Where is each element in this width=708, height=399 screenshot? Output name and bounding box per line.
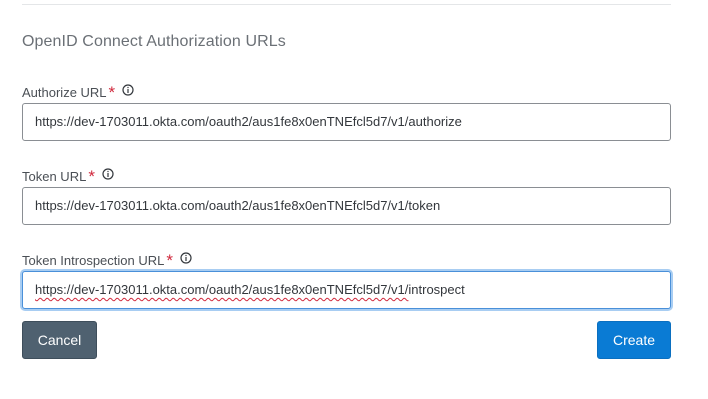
required-asterisk: * — [108, 83, 116, 102]
create-button[interactable]: Create — [597, 321, 671, 359]
cancel-button[interactable]: Cancel — [22, 321, 97, 359]
authorize-url-value: https://dev-1703011.okta.com/oauth2/aus1… — [35, 114, 462, 129]
token-url-label: Token URL * — [22, 166, 114, 186]
introspection-url-label-text: Token Introspection URL — [22, 252, 165, 268]
oidc-urls-form: OpenID Connect Authorization URLs Author… — [0, 0, 708, 399]
info-icon[interactable] — [122, 84, 134, 96]
introspection-url-value-underlined: https://dev-1703011.okta.com/oauth2/aus1… — [35, 282, 409, 297]
authorize-url-label-text: Authorize URL — [22, 84, 107, 100]
info-icon[interactable] — [102, 168, 114, 180]
cancel-button-label: Cancel — [37, 332, 82, 348]
introspection-url-label: Token Introspection URL * — [22, 250, 192, 270]
create-button-label: Create — [612, 332, 656, 348]
token-url-label-text: Token URL — [22, 168, 87, 184]
token-url-input[interactable]: https://dev-1703011.okta.com/oauth2/aus1… — [22, 187, 671, 225]
top-divider — [22, 4, 671, 5]
authorize-url-label: Authorize URL * — [22, 82, 134, 102]
introspection-url-value-tail: introspect — [408, 282, 465, 297]
required-asterisk: * — [88, 167, 95, 186]
section-title: OpenID Connect Authorization URLs — [22, 33, 286, 50]
introspection-url-input[interactable]: https://dev-1703011.okta.com/oauth2/aus1… — [22, 271, 671, 309]
info-icon[interactable] — [180, 252, 192, 264]
required-asterisk: * — [166, 251, 173, 270]
authorize-url-input[interactable]: https://dev-1703011.okta.com/oauth2/aus1… — [22, 103, 671, 141]
token-url-value: https://dev-1703011.okta.com/oauth2/aus1… — [35, 198, 441, 213]
